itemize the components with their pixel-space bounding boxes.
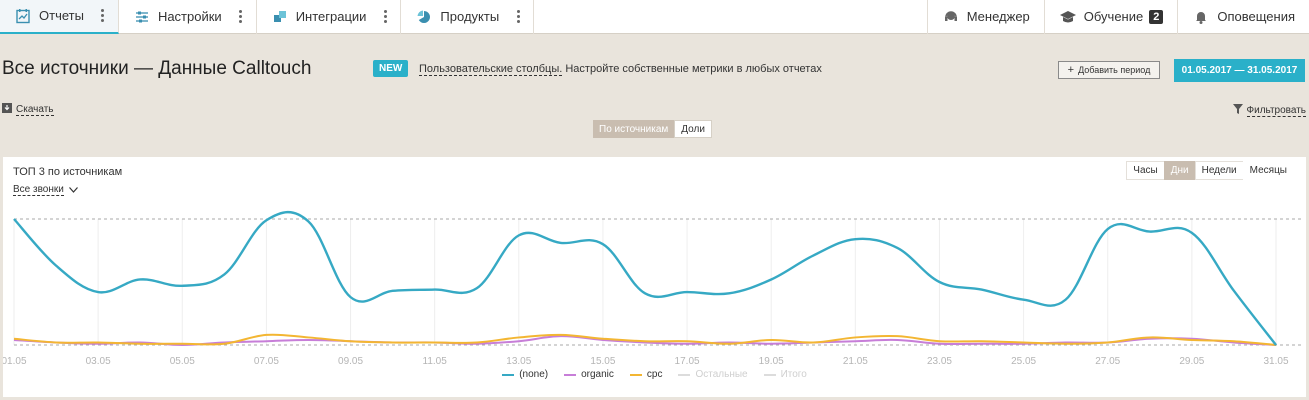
nav-settings[interactable]: Настройки	[119, 0, 257, 34]
add-period-button[interactable]: + Добавить период	[1058, 61, 1160, 79]
calls-filter-label: Все звонки	[13, 184, 64, 196]
x-tick-label: 13.05	[506, 356, 531, 367]
chevron-down-icon	[68, 185, 78, 196]
x-tick-label: 31.05	[1263, 356, 1288, 367]
x-tick-label: 23.05	[927, 356, 952, 367]
legend-others[interactable]: Остальные	[678, 369, 748, 380]
chart-title: ТОП 3 по источникам	[13, 166, 123, 178]
nav-settings-label: Настройки	[157, 9, 222, 24]
legend-swatch	[564, 373, 577, 376]
x-tick-label: 11.05	[423, 356, 448, 367]
top-navigation: Отчеты Настройки Интеграции Продукты Мен…	[0, 0, 1309, 34]
funnel-icon	[1232, 104, 1243, 117]
legend-label: Итого	[780, 369, 807, 380]
nav-notifications-label: Оповещения	[1217, 9, 1295, 24]
promo-text: Настройте собственные метрики в любых от…	[562, 63, 822, 75]
view-by-source-button[interactable]: По источникам	[593, 120, 675, 138]
x-tick-label: 17.05	[675, 356, 700, 367]
x-tick-label: 07.05	[254, 356, 279, 367]
page-title: Все источники — Данные Calltouch	[2, 58, 312, 79]
x-tick-label: 03.05	[86, 356, 111, 367]
granularity-switch: Часы Дни Недели Месяцы	[1126, 161, 1294, 180]
series-line-none	[13, 210, 1277, 346]
nav-reports-label: Отчеты	[39, 8, 84, 23]
line-chart: 01.05 03.05 05.05 07.05 09.05 11.05 13.05 15.05…	[3, 210, 1303, 367]
reports-menu-icon[interactable]	[98, 9, 108, 22]
legend-none[interactable]: (none)	[502, 369, 548, 380]
legend-swatch	[763, 373, 776, 376]
legend-swatch	[629, 373, 642, 376]
nav-manager[interactable]: Менеджер	[926, 0, 1044, 34]
granularity-days[interactable]: Дни	[1163, 161, 1196, 180]
plus-icon: +	[1067, 64, 1075, 76]
new-badge: NEW	[373, 60, 409, 77]
legend-organic[interactable]: organic	[564, 369, 614, 380]
calendar-report-icon	[14, 7, 32, 25]
nav-integrations[interactable]: Интеграции	[257, 0, 402, 34]
nav-reports[interactable]: Отчеты	[0, 0, 119, 34]
legend-label: (none)	[519, 369, 549, 380]
nav-manager-label: Менеджер	[966, 9, 1030, 24]
x-tick-label: 27.05	[1095, 356, 1120, 367]
nav-notifications[interactable]: Оповещения	[1177, 0, 1309, 34]
chart-legend: (none) organic cpc Остальные Итого	[3, 369, 1306, 380]
download-icon	[2, 103, 12, 116]
sliders-icon	[133, 8, 151, 26]
x-tick-label: 29.05	[1179, 356, 1204, 367]
granularity-weeks[interactable]: Недели	[1194, 161, 1244, 180]
download-label: Скачать	[16, 103, 54, 116]
legend-total[interactable]: Итого	[763, 369, 807, 380]
calls-filter-dropdown[interactable]: Все звонки	[13, 184, 78, 196]
settings-menu-icon[interactable]	[236, 10, 246, 23]
headset-icon	[942, 8, 960, 26]
products-menu-icon[interactable]	[513, 10, 523, 23]
promo-banner: Пользовательские столбцы. Настройте собс…	[419, 63, 822, 76]
nav-integrations-label: Интеграции	[295, 9, 367, 24]
legend-label: Остальные	[695, 369, 748, 380]
add-period-label: Добавить период	[1078, 65, 1151, 75]
nav-learning[interactable]: Обучение 2	[1043, 0, 1178, 34]
top-navigation-right: Менеджер Обучение 2 Оповещения	[926, 0, 1309, 34]
x-tick-label: 15.05	[590, 356, 615, 367]
graduation-cap-icon	[1059, 8, 1077, 26]
x-tick-label: 05.05	[170, 356, 195, 367]
granularity-months[interactable]: Месяцы	[1242, 161, 1294, 180]
download-button[interactable]: Скачать	[2, 103, 54, 116]
puzzle-icon	[271, 8, 289, 26]
learning-count-badge: 2	[1149, 9, 1164, 24]
x-tick-label: 19.05	[759, 356, 784, 367]
legend-label: organic	[581, 369, 614, 380]
nav-products-label: Продукты	[440, 9, 500, 24]
x-tick-label: 09.05	[338, 356, 363, 367]
pie-icon	[415, 8, 433, 26]
legend-swatch	[678, 373, 691, 376]
custom-columns-link[interactable]: Пользовательские столбцы.	[419, 63, 563, 76]
integrations-menu-icon[interactable]	[380, 10, 390, 23]
x-tick-label: 01.05	[3, 356, 27, 367]
legend-swatch	[502, 373, 515, 376]
legend-label: cpc	[646, 369, 663, 380]
view-mode-switch: По источникам Доли	[593, 120, 712, 138]
nav-learning-label: Обучение	[1083, 9, 1144, 24]
chart-panel: 01.05 03.05 05.05 07.05 09.05 11.05 13.05 15.05…	[3, 157, 1306, 397]
view-shares-button[interactable]: Доли	[674, 120, 712, 138]
nav-products[interactable]: Продукты	[401, 0, 535, 34]
x-tick-label: 21.05	[843, 356, 868, 367]
filter-label: Фильтровать	[1246, 104, 1306, 117]
bell-icon	[1192, 8, 1210, 26]
granularity-hours[interactable]: Часы	[1126, 161, 1165, 180]
x-tick-label: 25.05	[1011, 356, 1036, 367]
date-range-picker[interactable]: 01.05.2017 — 31.05.2017	[1174, 59, 1305, 82]
filter-button[interactable]: Фильтровать	[1232, 104, 1306, 117]
legend-cpc[interactable]: cpc	[629, 369, 663, 380]
